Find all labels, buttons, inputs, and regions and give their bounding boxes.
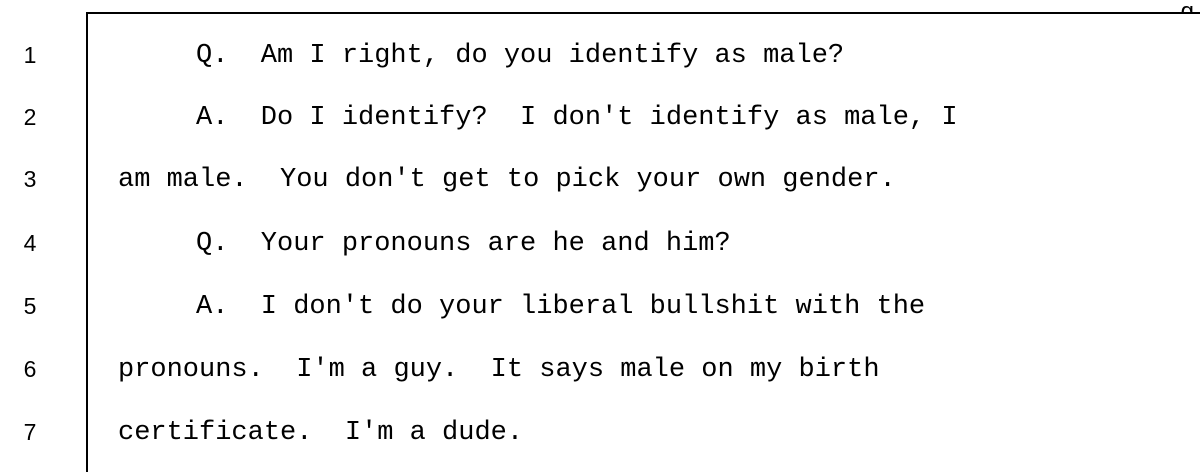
line-number-4: 4 xyxy=(23,230,37,256)
line-text-4: Q. Your pronouns are he and him? xyxy=(196,229,731,259)
line-text-7: certificate. I'm a dude. xyxy=(118,418,524,448)
line-number-5: 5 xyxy=(23,293,37,319)
page-header-fragment: g xyxy=(1180,0,1194,14)
line-text-5: A. I don't do your liberal bullshit with… xyxy=(196,292,926,322)
line-number-1: 1 xyxy=(23,42,37,68)
line-text-1: Q. Am I right, do you identify as male? xyxy=(196,41,845,71)
line-number-3: 3 xyxy=(23,166,37,192)
transcript-page: g 1 Q. Am I right, do you identify as ma… xyxy=(0,0,1200,472)
line-text-2: A. Do I identify? I don't identify as ma… xyxy=(196,103,958,133)
line-number-2: 2 xyxy=(23,104,37,130)
line-number-7: 7 xyxy=(23,419,37,445)
line-text-6: pronouns. I'm a guy. It says male on my … xyxy=(118,355,880,385)
line-number-6: 6 xyxy=(23,356,37,382)
line-text-3: am male. You don't get to pick your own … xyxy=(118,165,896,195)
